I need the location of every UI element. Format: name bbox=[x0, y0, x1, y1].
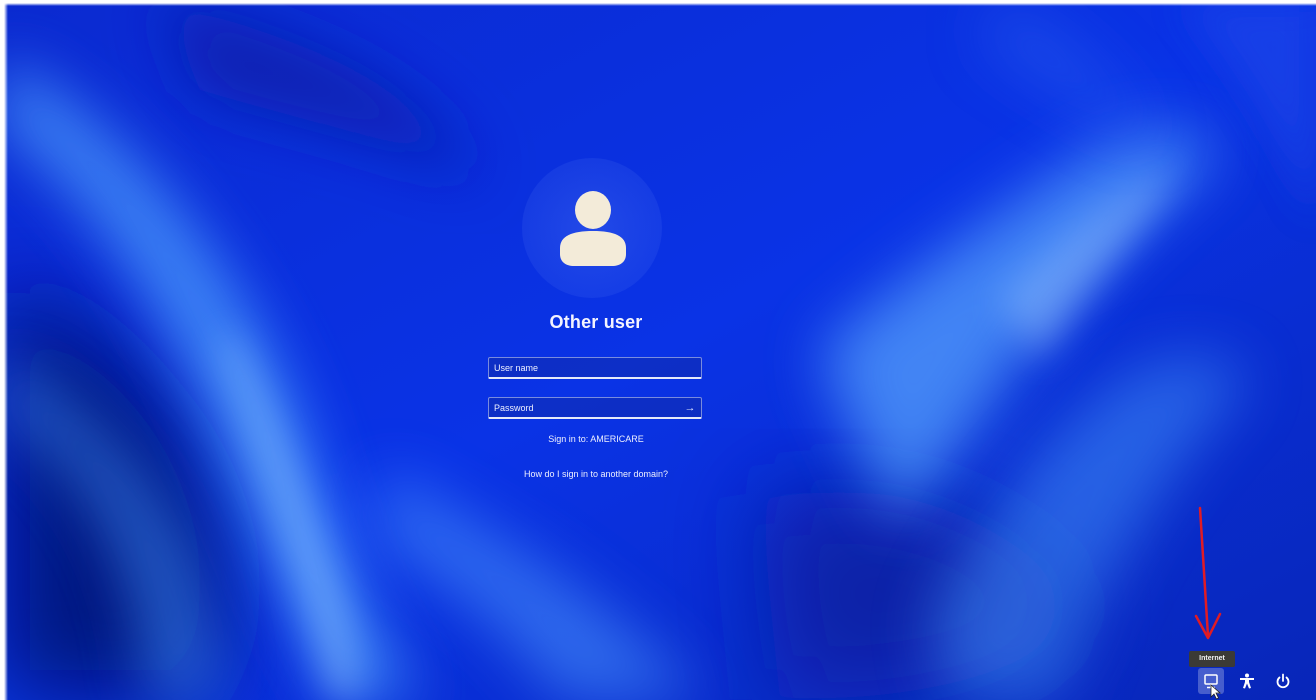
user-display-name: Other user bbox=[549, 312, 643, 332]
annotation-arrow-icon bbox=[1194, 506, 1222, 640]
power-icon bbox=[1276, 673, 1290, 689]
wallpaper bbox=[0, 0, 1316, 700]
accessibility-icon bbox=[1240, 673, 1254, 689]
network-tooltip: Internet bbox=[1189, 651, 1235, 667]
submit-arrow-icon[interactable]: → bbox=[681, 399, 699, 417]
lock-screen: Other user → Sign in to: AMERICARE How d… bbox=[0, 0, 1316, 700]
photo-border-top bbox=[0, 0, 1316, 6]
username-input[interactable] bbox=[489, 358, 679, 378]
accessibility-button[interactable] bbox=[1234, 668, 1260, 694]
password-field[interactable]: → bbox=[488, 397, 702, 419]
user-icon bbox=[560, 191, 626, 266]
username-field[interactable] bbox=[488, 357, 702, 379]
mouse-cursor-icon bbox=[1210, 684, 1222, 700]
sign-in-domain-label: Sign in to: AMERICARE bbox=[548, 434, 644, 444]
domain-help-link[interactable]: How do I sign in to another domain? bbox=[458, 469, 734, 479]
password-input[interactable] bbox=[489, 398, 679, 418]
power-button[interactable] bbox=[1270, 668, 1296, 694]
photo-border-left bbox=[0, 0, 8, 700]
